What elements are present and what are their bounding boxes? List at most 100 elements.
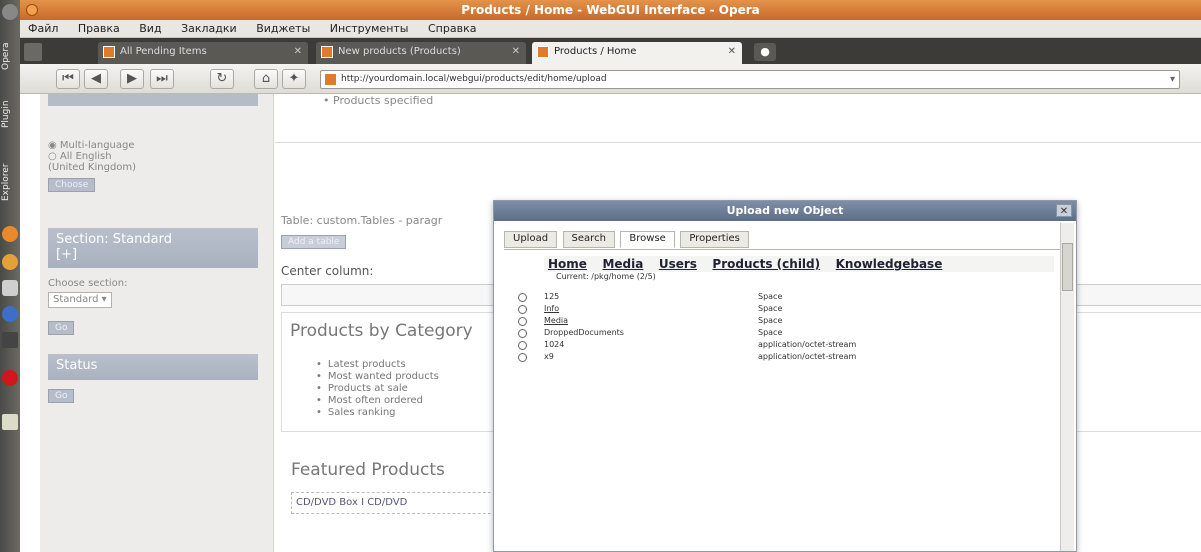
tab-browse[interactable]: Browse — [620, 231, 675, 248]
list-item[interactable]: Most often ordered — [316, 395, 439, 407]
section-go-button[interactable]: Go — [48, 321, 75, 335]
tab-favicon-icon — [103, 46, 115, 58]
address-bar[interactable]: http://yourdomain.local/webgui/products/… — [320, 70, 1180, 89]
current-path: Current: /pkg/home (2/5) — [556, 272, 656, 281]
status-title: Status — [56, 358, 98, 373]
status-header: Status — [48, 354, 258, 380]
section-expand[interactable]: [+] — [56, 247, 250, 262]
file-row[interactable]: Info Space — [518, 304, 1018, 316]
terminal-icon[interactable] — [2, 332, 18, 348]
menu-icon[interactable] — [2, 4, 18, 20]
address-dropdown-icon[interactable]: ▾ — [1170, 71, 1175, 88]
tab-label: New products (Products) — [338, 46, 461, 57]
crumb-home[interactable]: Home — [548, 257, 587, 271]
file-name: x9 — [544, 352, 554, 361]
home-button[interactable]: ⌂ — [254, 69, 278, 89]
dock-label-explorer[interactable]: Explorer — [1, 144, 19, 220]
products-by-category-heading: Products by Category — [290, 321, 473, 341]
file-row[interactable]: Media Space — [518, 316, 1018, 328]
dialog-tabs: Upload Search Browse Properties — [504, 231, 751, 249]
section-title: Section: Standard — [56, 232, 172, 247]
featured-products-strip[interactable]: CD/DVD Box I CD/DVD — [291, 492, 511, 514]
tab-upload[interactable]: Upload — [504, 231, 558, 248]
new-tab-button[interactable]: ● — [754, 43, 776, 61]
tab-strip: All Pending Items ✕ New products (Produc… — [20, 38, 1201, 64]
forward-button[interactable]: ▶ — [120, 69, 144, 89]
window-title: Products / Home - WebGUI Interface - Ope… — [461, 3, 760, 17]
address-text: http://yourdomain.local/webgui/products/… — [341, 74, 607, 84]
file-type: Space — [758, 292, 783, 301]
tab-favicon-icon — [321, 46, 333, 58]
rewind-button[interactable]: ⏮ — [56, 69, 80, 89]
list-item[interactable]: Latest products — [316, 359, 439, 371]
help-icon[interactable] — [2, 306, 18, 322]
tab-properties[interactable]: Properties — [680, 231, 749, 248]
section-select[interactable]: Standard ▾ — [48, 292, 112, 308]
crumb-media[interactable]: Media — [602, 257, 643, 271]
menu-help[interactable]: Справка — [420, 20, 484, 35]
select-radio[interactable] — [518, 293, 527, 302]
crumb-products[interactable]: Products (child) — [712, 257, 820, 271]
tab-pending[interactable]: All Pending Items ✕ — [98, 42, 308, 64]
file-name[interactable]: Info — [544, 304, 559, 313]
dialog-titlebar: Upload new Object ✕ — [494, 201, 1076, 221]
list-item[interactable]: Products at sale — [316, 383, 439, 395]
select-radio[interactable] — [518, 317, 527, 326]
tab-close-icon[interactable]: ✕ — [294, 42, 302, 62]
file-row[interactable]: 1024 application/octet-stream — [518, 340, 1018, 352]
top-item-label: Products specified — [333, 94, 434, 107]
tab-products-home[interactable]: Products / Home ✕ — [532, 42, 742, 64]
select-radio[interactable] — [518, 341, 527, 350]
menu-file[interactable]: Файл — [20, 20, 66, 35]
tab-search[interactable]: Search — [562, 231, 615, 248]
menu-bar: Файл Правка Вид Закладки Виджеты Инструм… — [20, 20, 1201, 38]
select-radio[interactable] — [518, 353, 527, 362]
file-name[interactable]: Media — [544, 316, 568, 325]
list-item[interactable]: Sales ranking — [316, 407, 439, 419]
radio-label: Multi-language — [59, 140, 135, 151]
file-row[interactable]: x9 application/octet-stream — [518, 352, 1018, 364]
file-row[interactable]: DroppedDocuments Space — [518, 328, 1018, 340]
reload-button[interactable]: ↻ — [210, 69, 234, 89]
tab-close-icon[interactable]: ✕ — [728, 42, 736, 62]
back-button[interactable]: ◀ — [84, 69, 108, 89]
file-type: Space — [758, 328, 783, 337]
radio-multilanguage[interactable]: ◉ Multi-language — [48, 140, 258, 151]
tab-close-icon[interactable]: ✕ — [512, 42, 520, 62]
status-go-button[interactable]: Go — [48, 389, 75, 403]
menu-bookmarks[interactable]: Закладки — [173, 20, 245, 35]
desktop-dock: Opera Plugin Explorer — [0, 0, 20, 552]
upload-dialog: Upload new Object ✕ Upload Search Browse… — [493, 200, 1077, 552]
file-name: 1024 — [544, 340, 565, 349]
file-type: Space — [758, 316, 783, 325]
dialog-scrollbar[interactable] — [1060, 223, 1074, 551]
dialog-close-icon[interactable]: ✕ — [1056, 204, 1072, 217]
add-table-button[interactable]: Add a table — [281, 235, 347, 249]
notes-icon[interactable] — [2, 414, 18, 430]
dock-label-plugin[interactable]: Plugin — [1, 92, 19, 136]
menu-view[interactable]: Вид — [131, 20, 169, 35]
crumb-users[interactable]: Users — [659, 257, 697, 271]
choose-language-button[interactable]: Choose — [48, 178, 96, 192]
firefox-icon[interactable] — [2, 226, 18, 242]
fast-forward-button[interactable]: ⏭ — [150, 69, 174, 89]
menu-tools[interactable]: Инструменты — [322, 20, 417, 35]
scrollbar-thumb[interactable] — [1062, 243, 1073, 291]
select-radio[interactable] — [518, 305, 527, 314]
ubuntu-icon[interactable] — [2, 254, 18, 270]
dock-label-opera[interactable]: Opera — [1, 26, 19, 86]
crumb-knowledgebase[interactable]: Knowledgebase — [836, 257, 943, 271]
tab-menu-button[interactable] — [24, 43, 42, 61]
opera-icon[interactable] — [2, 370, 18, 386]
radio-english[interactable]: ○ All English — [48, 151, 258, 162]
list-item[interactable]: Most wanted products — [316, 371, 439, 383]
file-name: 125 — [544, 292, 560, 301]
menu-widgets[interactable]: Виджеты — [248, 20, 318, 35]
dialog-body: Home Media Users Products (child) Knowle… — [504, 249, 1064, 549]
menu-edit[interactable]: Правка — [70, 20, 128, 35]
tab-new-products[interactable]: New products (Products) ✕ — [316, 42, 526, 64]
select-radio[interactable] — [518, 329, 527, 338]
mail-icon[interactable] — [2, 280, 18, 296]
file-row[interactable]: 125 Space — [518, 292, 1018, 304]
wand-button[interactable]: ✦ — [282, 69, 306, 89]
